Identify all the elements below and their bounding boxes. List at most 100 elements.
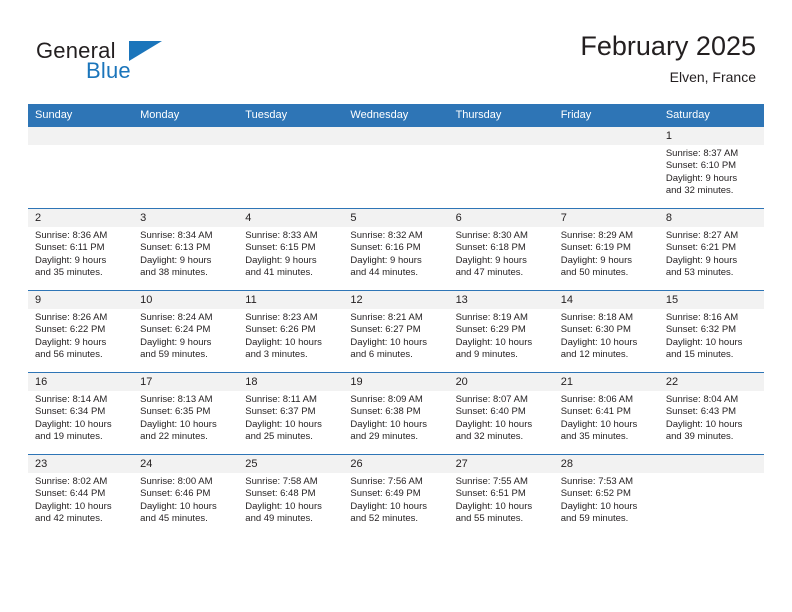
calendar-week-row: 1 Sunrise: 8:37 AM Sunset: 6:10 PM Dayli… [28, 126, 764, 209]
day-number: 21 [553, 373, 659, 391]
day-cell[interactable]: 16 Sunrise: 8:14 AM Sunset: 6:34 PM Dayl… [28, 372, 134, 455]
day-cell[interactable] [658, 454, 764, 536]
day-cell[interactable] [448, 126, 554, 209]
general-blue-logo[interactable]: General Blue [36, 38, 236, 88]
day-cell[interactable] [343, 126, 449, 209]
day-cell[interactable]: 22 Sunrise: 8:04 AM Sunset: 6:43 PM Dayl… [658, 372, 764, 455]
day-cell[interactable]: 15 Sunrise: 8:16 AM Sunset: 6:32 PM Dayl… [658, 290, 764, 373]
day-cell[interactable]: 4 Sunrise: 8:33 AM Sunset: 6:15 PM Dayli… [238, 208, 344, 291]
day-cell[interactable]: 6 Sunrise: 8:30 AM Sunset: 6:18 PM Dayli… [448, 208, 554, 291]
title-block: February 2025 Elven, France [580, 30, 756, 87]
day-cell[interactable]: 9 Sunrise: 8:26 AM Sunset: 6:22 PM Dayli… [28, 290, 134, 373]
weekday-header-thursday: Thursday [448, 104, 554, 127]
day-number [448, 127, 554, 145]
day-number: 15 [658, 291, 764, 309]
day-details: Sunrise: 8:02 AM Sunset: 6:44 PM Dayligh… [28, 473, 133, 526]
day-details: Sunrise: 8:24 AM Sunset: 6:24 PM Dayligh… [133, 309, 238, 362]
daylight-text-line2: and 42 minutes. [35, 513, 103, 525]
day-cell[interactable]: 23 Sunrise: 8:02 AM Sunset: 6:44 PM Dayl… [28, 454, 134, 536]
sunset-text: Sunset: 6:24 PM [140, 324, 211, 336]
day-details: Sunrise: 8:16 AM Sunset: 6:32 PM Dayligh… [659, 309, 764, 362]
day-cell[interactable]: 5 Sunrise: 8:32 AM Sunset: 6:16 PM Dayli… [343, 208, 449, 291]
day-cell[interactable] [238, 126, 344, 209]
day-number: 9 [28, 291, 134, 309]
sunset-text: Sunset: 6:26 PM [245, 324, 316, 336]
day-details: Sunrise: 7:53 AM Sunset: 6:52 PM Dayligh… [554, 473, 659, 526]
day-details: Sunrise: 8:21 AM Sunset: 6:27 PM Dayligh… [343, 309, 448, 362]
day-cell[interactable]: 7 Sunrise: 8:29 AM Sunset: 6:19 PM Dayli… [553, 208, 659, 291]
daylight-text-line1: Daylight: 9 hours [35, 336, 107, 348]
daylight-text-line2: and 3 minutes. [245, 349, 308, 361]
sunset-text: Sunset: 6:11 PM [35, 242, 105, 254]
sunset-text: Sunset: 6:44 PM [35, 488, 106, 500]
weekday-header-saturday: Saturday [658, 104, 764, 127]
calendar-header-row: Sunday Monday Tuesday Wednesday Thursday… [28, 104, 764, 127]
daylight-text-line2: and 52 minutes. [350, 513, 419, 525]
daylight-text-line2: and 59 minutes. [140, 349, 208, 361]
day-details: Sunrise: 8:29 AM Sunset: 6:19 PM Dayligh… [554, 227, 659, 280]
sunset-text: Sunset: 6:18 PM [455, 242, 526, 254]
daylight-text-line2: and 44 minutes. [350, 267, 419, 279]
day-cell[interactable]: 10 Sunrise: 8:24 AM Sunset: 6:24 PM Dayl… [133, 290, 239, 373]
day-cell[interactable]: 1 Sunrise: 8:37 AM Sunset: 6:10 PM Dayli… [658, 126, 764, 209]
daylight-text-line2: and 35 minutes. [35, 267, 103, 279]
daylight-text-line2: and 56 minutes. [35, 349, 103, 361]
sunrise-text: Sunrise: 8:26 AM [35, 312, 108, 323]
day-cell[interactable] [28, 126, 134, 209]
calendar-week-row: 2 Sunrise: 8:36 AM Sunset: 6:11 PM Dayli… [28, 208, 764, 291]
day-cell[interactable] [133, 126, 239, 209]
daylight-text-line1: Daylight: 10 hours [140, 418, 217, 430]
day-details: Sunrise: 8:14 AM Sunset: 6:34 PM Dayligh… [28, 391, 133, 444]
day-cell[interactable]: 21 Sunrise: 8:06 AM Sunset: 6:41 PM Dayl… [553, 372, 659, 455]
day-number: 18 [238, 373, 344, 391]
sunrise-text: Sunrise: 8:13 AM [140, 394, 213, 405]
day-cell[interactable]: 11 Sunrise: 8:23 AM Sunset: 6:26 PM Dayl… [238, 290, 344, 373]
day-number [28, 127, 134, 145]
day-cell[interactable]: 14 Sunrise: 8:18 AM Sunset: 6:30 PM Dayl… [553, 290, 659, 373]
weekday-header-tuesday: Tuesday [238, 104, 344, 127]
sunrise-text: Sunrise: 8:07 AM [455, 394, 528, 405]
daylight-text-line1: Daylight: 10 hours [350, 336, 427, 348]
day-cell[interactable]: 24 Sunrise: 8:00 AM Sunset: 6:46 PM Dayl… [133, 454, 239, 536]
daylight-text-line2: and 59 minutes. [560, 513, 629, 525]
daylight-text-line2: and 47 minutes. [455, 267, 524, 279]
day-cell[interactable]: 28 Sunrise: 7:53 AM Sunset: 6:52 PM Dayl… [553, 454, 659, 536]
day-cell[interactable]: 3 Sunrise: 8:34 AM Sunset: 6:13 PM Dayli… [133, 208, 239, 291]
sunset-text: Sunset: 6:49 PM [350, 488, 421, 500]
daylight-text-line1: Daylight: 10 hours [665, 336, 743, 348]
day-cell[interactable]: 27 Sunrise: 7:55 AM Sunset: 6:51 PM Dayl… [448, 454, 554, 536]
daylight-text-line1: Daylight: 10 hours [245, 336, 322, 348]
day-cell[interactable]: 13 Sunrise: 8:19 AM Sunset: 6:29 PM Dayl… [448, 290, 554, 373]
daylight-text-line2: and 6 minutes. [350, 349, 413, 361]
day-cell[interactable]: 25 Sunrise: 7:58 AM Sunset: 6:48 PM Dayl… [238, 454, 344, 536]
day-cell[interactable] [553, 126, 659, 209]
daylight-text-line2: and 29 minutes. [350, 431, 419, 443]
day-cell[interactable]: 18 Sunrise: 8:11 AM Sunset: 6:37 PM Dayl… [238, 372, 344, 455]
sunset-text: Sunset: 6:16 PM [350, 242, 421, 254]
day-cell[interactable]: 19 Sunrise: 8:09 AM Sunset: 6:38 PM Dayl… [343, 372, 449, 455]
daylight-text-line1: Daylight: 10 hours [560, 500, 638, 512]
day-cell[interactable]: 26 Sunrise: 7:56 AM Sunset: 6:49 PM Dayl… [343, 454, 449, 536]
daylight-text-line1: Daylight: 10 hours [35, 418, 112, 430]
sunset-text: Sunset: 6:13 PM [140, 242, 211, 254]
sunset-text: Sunset: 6:41 PM [560, 406, 631, 418]
sunset-text: Sunset: 6:27 PM [350, 324, 421, 336]
day-cell[interactable]: 2 Sunrise: 8:36 AM Sunset: 6:11 PM Dayli… [28, 208, 134, 291]
sunset-text: Sunset: 6:38 PM [350, 406, 421, 418]
day-cell[interactable]: 8 Sunrise: 8:27 AM Sunset: 6:21 PM Dayli… [658, 208, 764, 291]
day-number: 25 [238, 455, 344, 473]
sunset-text: Sunset: 6:22 PM [35, 324, 106, 336]
day-details: Sunrise: 7:58 AM Sunset: 6:48 PM Dayligh… [238, 473, 343, 526]
sunset-text: Sunset: 6:15 PM [245, 242, 316, 254]
day-number: 1 [658, 127, 764, 145]
page-title: February 2025 [580, 31, 756, 61]
daylight-text-line1: Daylight: 9 hours [665, 254, 738, 266]
day-number: 22 [658, 373, 764, 391]
day-cell[interactable]: 12 Sunrise: 8:21 AM Sunset: 6:27 PM Dayl… [343, 290, 449, 373]
day-cell[interactable]: 20 Sunrise: 8:07 AM Sunset: 6:40 PM Dayl… [448, 372, 554, 455]
day-cell[interactable]: 17 Sunrise: 8:13 AM Sunset: 6:35 PM Dayl… [133, 372, 239, 455]
sunset-text: Sunset: 6:32 PM [665, 324, 737, 336]
sunrise-text: Sunrise: 7:53 AM [560, 476, 634, 487]
daylight-text-line2: and 49 minutes. [245, 513, 313, 525]
day-number: 4 [238, 209, 344, 227]
